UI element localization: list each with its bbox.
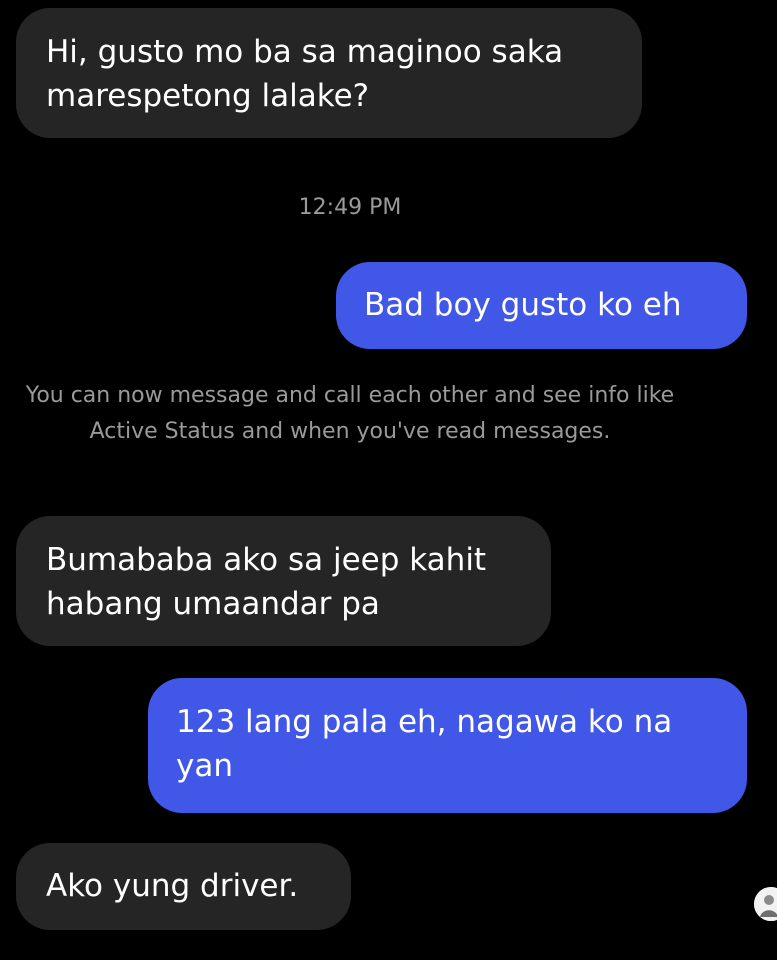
message-text: Ako yung driver. — [46, 868, 299, 904]
message-text: Bumababa ako sa jeep kahit habang umaand… — [46, 542, 487, 622]
sent-message-bubble[interactable]: 123 lang pala eh, nagawa ko na yan — [148, 678, 747, 813]
received-message-bubble[interactable]: Hi, gusto mo ba sa maginoo saka marespet… — [16, 8, 642, 138]
received-message-bubble[interactable]: Bumababa ako sa jeep kahit habang umaand… — [16, 516, 551, 646]
message-timestamp: 12:49 PM — [298, 195, 402, 220]
message-text: Bad boy gusto ko eh — [364, 287, 682, 323]
received-message-bubble[interactable]: Ako yung driver. — [16, 843, 351, 930]
sent-message-bubble[interactable]: Bad boy gusto ko eh — [336, 262, 747, 349]
user-avatar-icon — [754, 887, 777, 921]
message-text: Hi, gusto mo ba sa maginoo saka marespet… — [46, 34, 564, 114]
message-text: 123 lang pala eh, nagawa ko na yan — [176, 704, 673, 784]
connection-notice: You can now message and call each other … — [25, 383, 675, 444]
